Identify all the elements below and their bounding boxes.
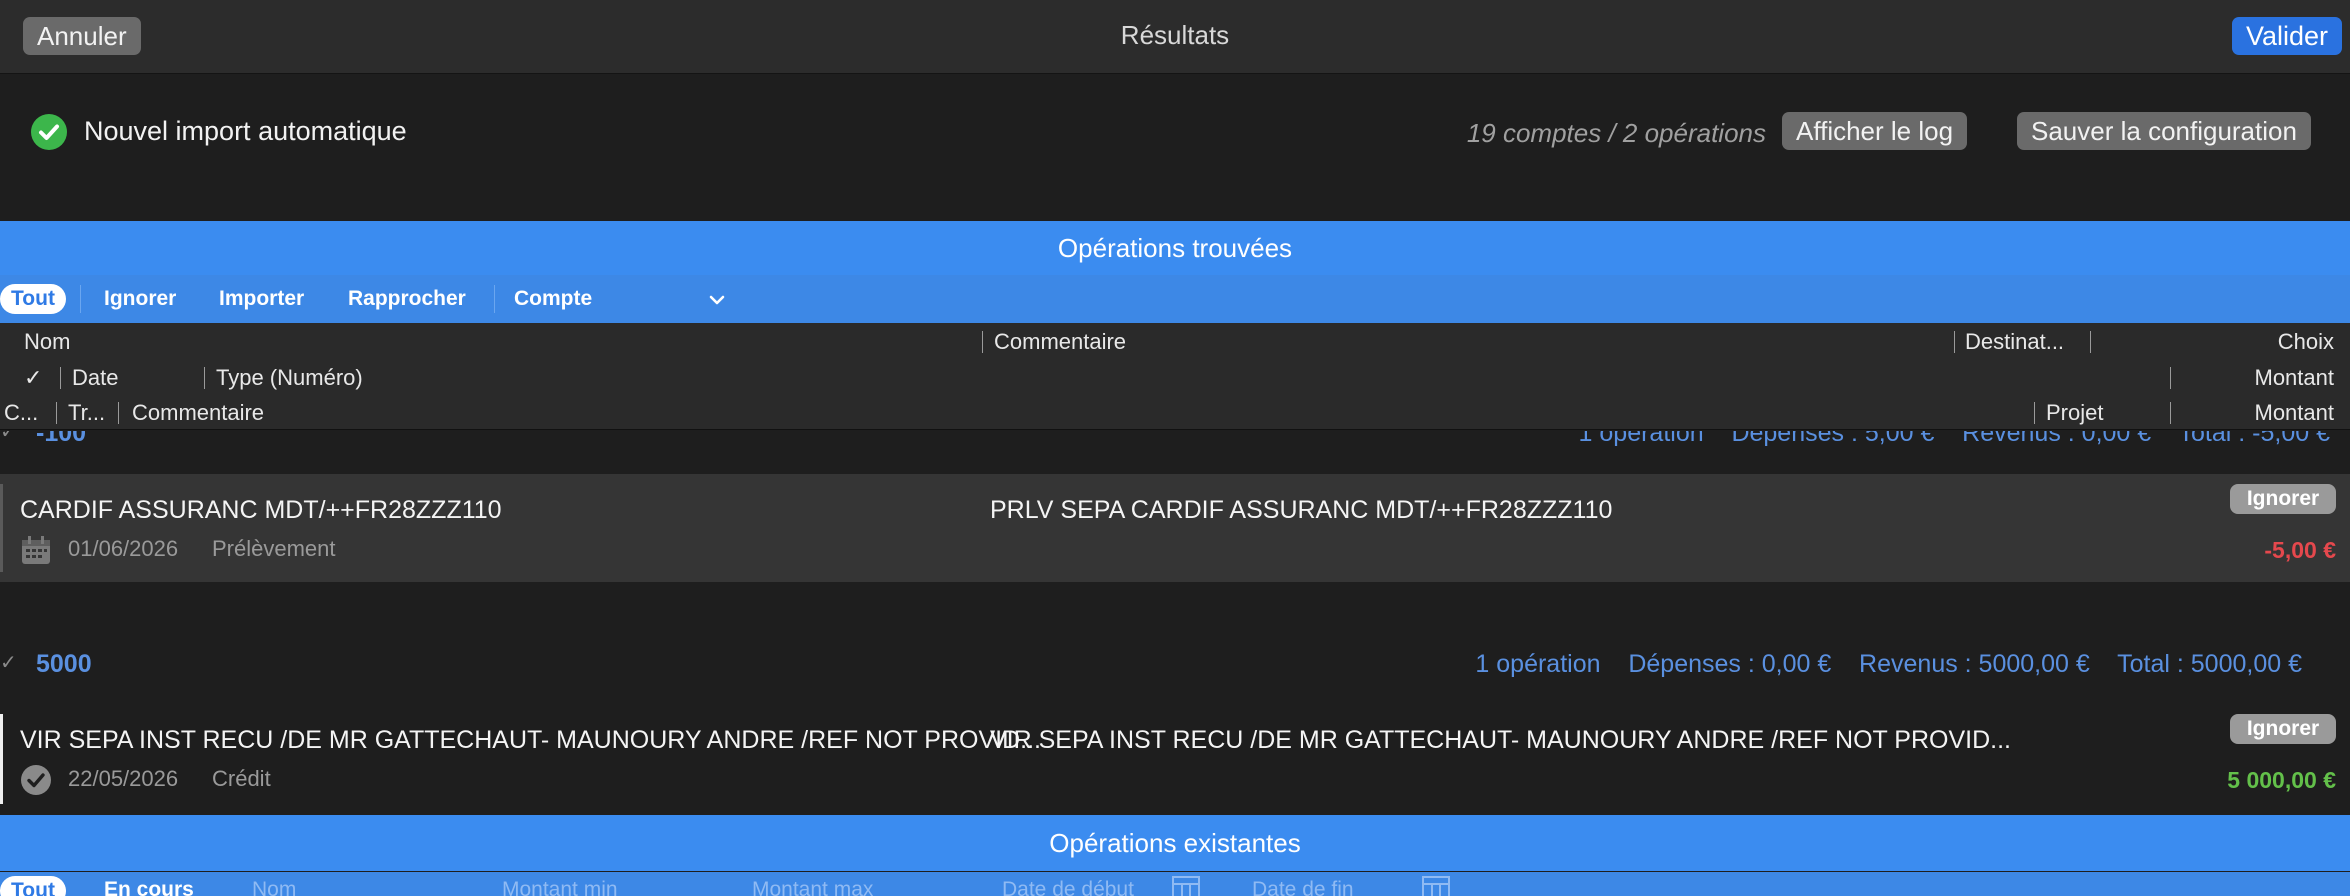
found-operations-header: Opérations trouvées <box>0 221 2350 275</box>
col-type[interactable]: Type (Numéro) <box>216 365 363 391</box>
existing-filter-all-tab[interactable]: Tout <box>0 876 66 896</box>
save-config-button[interactable]: Sauver la configuration <box>2017 112 2311 150</box>
validate-button[interactable]: Valider <box>2232 17 2343 55</box>
operation-name: VIR SEPA INST RECU /DE MR GATTECHAUT- MA… <box>20 726 1041 754</box>
col-choice[interactable]: Choix <box>2278 329 2334 355</box>
window-title: Résultats <box>1120 20 1230 50</box>
col-amount[interactable]: Montant <box>2255 365 2335 391</box>
filter-ignore-tab[interactable]: Ignorer <box>104 287 176 311</box>
operation-name: CARDIF ASSURANC MDT/++FR28ZZZ110 <box>20 496 502 524</box>
group-count: 1 opération <box>1578 431 1704 447</box>
group-income: Revenus : 5000,00 € <box>1859 650 2090 678</box>
import-stats: 19 comptes / 2 opérations <box>1466 118 1766 148</box>
table-row[interactable]: CARDIF ASSURANC MDT/++FR28ZZZ110 PRLV SE… <box>0 474 2350 582</box>
col-date[interactable]: Date <box>72 365 118 391</box>
chevron-down-icon[interactable] <box>706 289 728 316</box>
group-header[interactable]: ✓ 5000 1 opération Dépenses : 0,00 € Rev… <box>0 650 2350 684</box>
existing-filter-current-tab[interactable]: En cours <box>104 878 194 896</box>
success-check-icon <box>31 114 67 150</box>
found-filter-bar: Tout Ignorer Importer Rapprocher Compte <box>0 275 2350 323</box>
ignore-button[interactable]: Ignorer <box>2230 484 2336 514</box>
group-expenses: Dépenses : 0,00 € <box>1628 650 1832 678</box>
existing-operations-header: Opérations existantes <box>0 815 2350 871</box>
col-project[interactable]: Projet <box>2046 400 2103 426</box>
filter-import-tab[interactable]: Importer <box>219 287 304 311</box>
col-tr[interactable]: Tr... <box>68 400 105 426</box>
group-label: -100 <box>36 431 87 447</box>
group-income: Revenus : 0,00 € <box>1962 431 2152 447</box>
operation-type: Prélèvement <box>212 536 336 561</box>
import-status-label: Nouvel import automatique <box>84 116 407 146</box>
col-check[interactable]: ✓ <box>24 365 42 391</box>
existing-filter-bar: Tout En cours Nom Montant min Montant ma… <box>0 872 2350 896</box>
title-bar: Annuler Résultats Valider <box>0 0 2350 74</box>
filter-all-tab[interactable]: Tout <box>0 284 66 314</box>
group-label: 5000 <box>36 650 92 678</box>
col-name[interactable]: Nom <box>24 329 70 355</box>
operation-amount: -5,00 € <box>2264 537 2336 563</box>
col-destination[interactable]: Destinat... <box>1965 329 2064 355</box>
import-results-window: Annuler Résultats Valider Nouvel import … <box>0 0 2350 896</box>
operation-comment: VIR SEPA INST RECU /DE MR GATTECHAUT- MA… <box>990 726 2011 754</box>
operation-amount: 5 000,00 € <box>2227 767 2336 793</box>
operation-comment: PRLV SEPA CARDIF ASSURANC MDT/++FR28ZZZ1… <box>990 496 1613 524</box>
max-amount-input[interactable]: Montant max <box>752 878 873 896</box>
calendar-icon[interactable] <box>1172 876 1200 896</box>
operation-date: 01/06/2026 <box>68 536 179 561</box>
account-filter-select[interactable]: Compte <box>514 287 592 311</box>
group-total: Total : 5000,00 € <box>2117 650 2302 678</box>
group-expenses: Dépenses : 5,00 € <box>1731 431 1935 447</box>
reconciled-check-icon <box>20 764 52 801</box>
col-c[interactable]: C... <box>4 400 38 426</box>
ignore-button[interactable]: Ignorer <box>2230 714 2336 744</box>
operation-type: Crédit <box>212 766 271 791</box>
operation-date: 22/05/2026 <box>68 766 179 791</box>
group-total: Total : -5,00 € <box>2178 431 2330 447</box>
col-sub-comment[interactable]: Commentaire <box>132 400 264 426</box>
calendar-icon <box>20 534 52 571</box>
name-filter-input[interactable]: Nom <box>252 878 296 896</box>
filter-reconcile-tab[interactable]: Rapprocher <box>348 287 466 311</box>
import-status-row <box>0 75 2350 220</box>
group-count: 1 opération <box>1475 650 1601 678</box>
col-sub-amount[interactable]: Montant <box>2255 400 2335 426</box>
start-date-input[interactable]: Date de début <box>1002 878 1134 896</box>
column-headers: Nom Commentaire Destinat... Choix ✓ Date… <box>0 323 2350 430</box>
min-amount-input[interactable]: Montant min <box>502 878 618 896</box>
group-header[interactable]: ✓ -100 1 opération Dépenses : 5,00 € Rev… <box>0 431 2350 471</box>
col-comment[interactable]: Commentaire <box>994 329 1126 355</box>
end-date-input[interactable]: Date de fin <box>1252 878 1354 896</box>
calendar-icon[interactable] <box>1422 876 1450 896</box>
table-row[interactable]: VIR SEPA INST RECU /DE MR GATTECHAUT- MA… <box>0 704 2350 814</box>
show-log-button[interactable]: Afficher le log <box>1782 112 1968 150</box>
